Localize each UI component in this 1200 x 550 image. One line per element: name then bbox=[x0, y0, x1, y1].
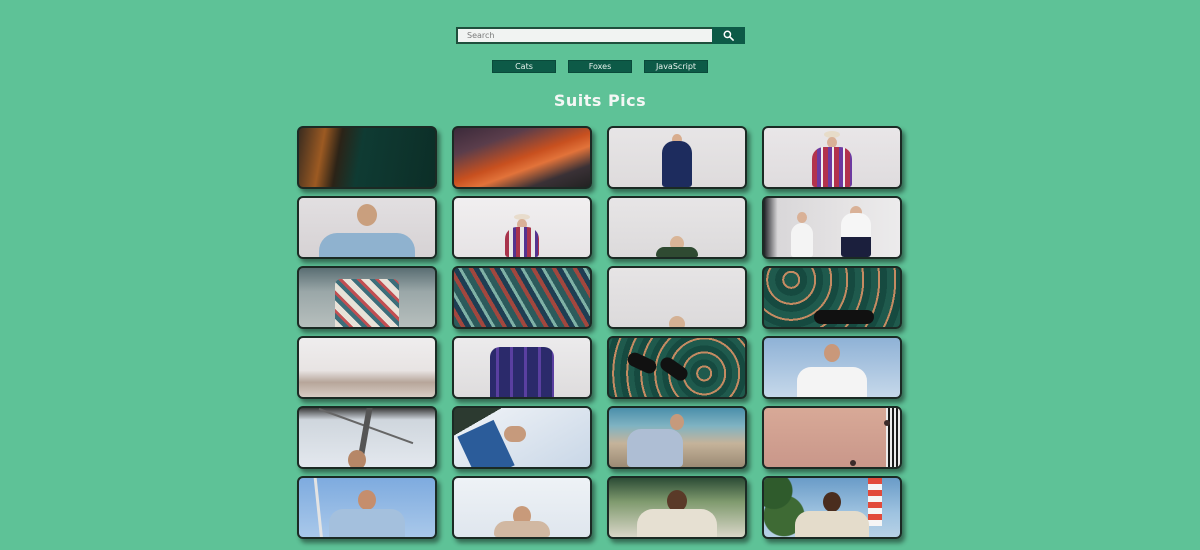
image-grid bbox=[297, 126, 902, 539]
gallery-image[interactable] bbox=[762, 196, 902, 259]
search-button[interactable] bbox=[712, 27, 745, 44]
gallery-image[interactable] bbox=[762, 336, 902, 399]
gallery-image[interactable] bbox=[452, 126, 592, 189]
gallery-image[interactable] bbox=[762, 126, 902, 189]
magnifier-icon bbox=[723, 30, 734, 41]
topic-button-foxes[interactable]: Foxes bbox=[568, 60, 632, 73]
gallery-image[interactable] bbox=[607, 266, 747, 329]
gallery-image[interactable] bbox=[297, 126, 437, 189]
gallery-image[interactable] bbox=[297, 406, 437, 469]
gallery-image[interactable] bbox=[607, 336, 747, 399]
gallery-image[interactable] bbox=[762, 266, 902, 329]
gallery-image[interactable] bbox=[297, 266, 437, 329]
gallery-image[interactable] bbox=[452, 476, 592, 539]
page-title: Suits Pics bbox=[553, 91, 647, 110]
search-input[interactable] bbox=[456, 27, 712, 44]
topic-buttons: Cats Foxes JavaScript bbox=[0, 60, 1200, 73]
gallery-image[interactable] bbox=[762, 476, 902, 539]
topic-button-javascript[interactable]: JavaScript bbox=[644, 60, 708, 73]
gallery-image[interactable] bbox=[452, 406, 592, 469]
gallery-image[interactable] bbox=[297, 196, 437, 259]
gallery-image[interactable] bbox=[452, 336, 592, 399]
gallery-image[interactable] bbox=[452, 196, 592, 259]
search-bar bbox=[456, 27, 745, 44]
gallery-image[interactable] bbox=[607, 126, 747, 189]
gallery-image[interactable] bbox=[607, 476, 747, 539]
gallery-image[interactable] bbox=[297, 336, 437, 399]
gallery-image[interactable] bbox=[452, 266, 592, 329]
gallery-image[interactable] bbox=[297, 476, 437, 539]
gallery-image[interactable] bbox=[762, 406, 902, 469]
gallery-image[interactable] bbox=[607, 196, 747, 259]
topic-button-cats[interactable]: Cats bbox=[492, 60, 556, 73]
gallery-image[interactable] bbox=[607, 406, 747, 469]
